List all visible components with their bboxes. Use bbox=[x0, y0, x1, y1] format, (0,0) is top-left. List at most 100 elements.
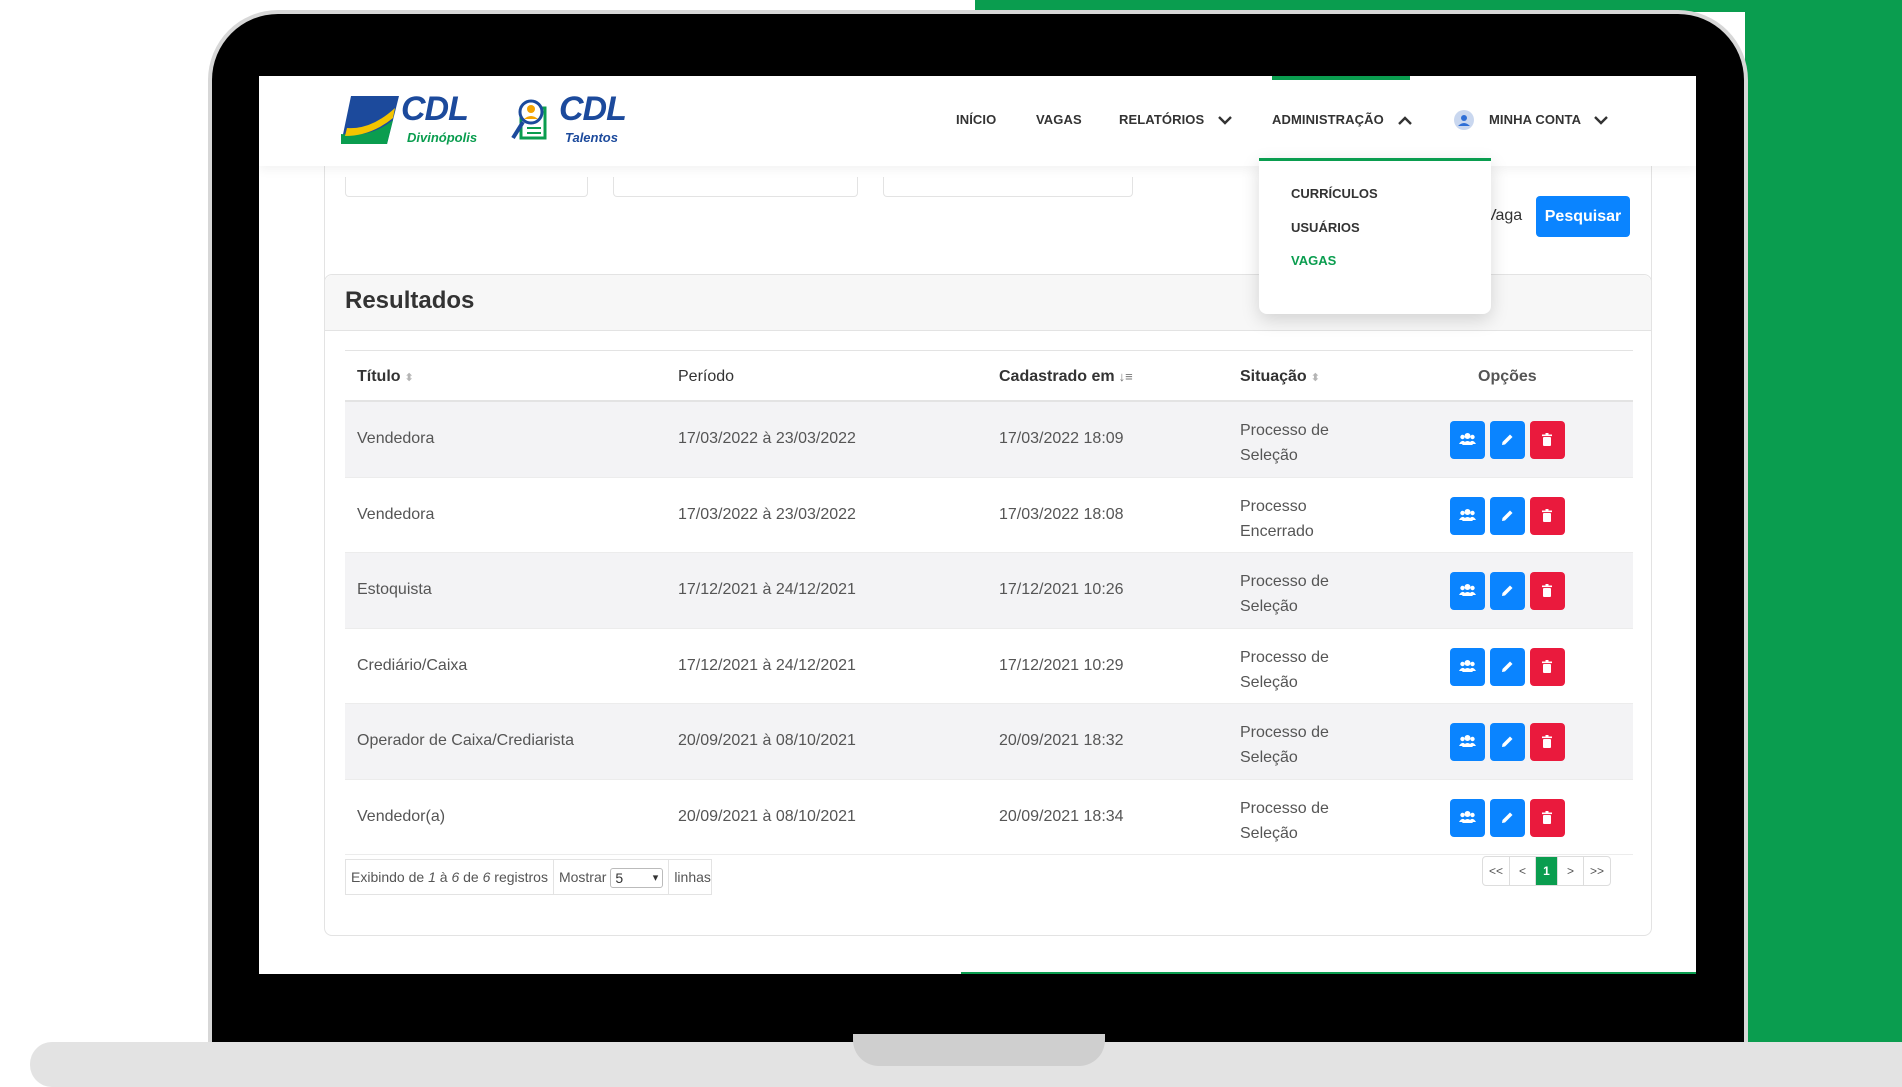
table-row: Vendedora 17/03/2022 à 23/03/2022 17/03/20… bbox=[345, 402, 1633, 478]
delete-button[interactable] bbox=[1530, 798, 1565, 837]
filter-input-1[interactable] bbox=[345, 177, 588, 197]
edit-button[interactable] bbox=[1490, 496, 1525, 535]
cdl-logo-subtext: Divinópolis bbox=[407, 130, 478, 145]
nav-administracao[interactable]: ADMINISTRAÇÃO bbox=[1272, 112, 1412, 127]
candidates-button[interactable] bbox=[1450, 421, 1485, 459]
page-first-button[interactable]: << bbox=[1483, 857, 1511, 885]
cell-situacao: Processo de Seleção bbox=[1240, 799, 1329, 842]
top-header: CDL Divinópolis CDL Talentos INÍCIO VAGA… bbox=[259, 76, 1696, 166]
nav-minha-conta[interactable]: MINHA CONTA bbox=[1489, 112, 1609, 127]
edit-button[interactable] bbox=[1490, 647, 1525, 686]
cdl-logo-text: CDL bbox=[401, 90, 469, 128]
chevron-up-icon bbox=[1397, 116, 1412, 125]
cdl-divinopolis-logo[interactable]: CDL Divinópolis bbox=[341, 90, 506, 150]
dropdown-item-vagas[interactable]: VAGAS bbox=[1291, 253, 1336, 268]
chevron-down-icon: ▾ bbox=[652, 872, 659, 885]
candidates-button[interactable] bbox=[1450, 647, 1485, 686]
sort-desc-icon: ↓≡ bbox=[1118, 369, 1133, 384]
table-row: Vendedora 17/03/2022 à 23/03/2022 17/03/20… bbox=[345, 478, 1633, 553]
nav-relatorios[interactable]: RELATÓRIOS bbox=[1119, 112, 1232, 127]
talentos-doc-icon bbox=[511, 99, 547, 140]
cell-periodo: 20/09/2021 à 08/10/2021 bbox=[678, 807, 856, 825]
app-screen: Vaga Pesquisar CDL Divinópolis CDL Talen… bbox=[259, 76, 1696, 974]
cdl-talentos-logo[interactable]: CDL Talentos bbox=[501, 90, 631, 150]
row-options bbox=[1450, 572, 1570, 610]
filter-input-2[interactable] bbox=[613, 177, 858, 197]
cell-periodo: 17/03/2022 à 23/03/2022 bbox=[678, 430, 856, 447]
row-options bbox=[1450, 798, 1570, 837]
cell-periodo: 17/03/2022 à 23/03/2022 bbox=[678, 505, 856, 523]
info-exibindo: Exibindo de 1 à 6 de 6 registros bbox=[351, 869, 548, 885]
edit-button[interactable] bbox=[1490, 572, 1525, 610]
candidates-button[interactable] bbox=[1450, 723, 1485, 761]
row-options bbox=[1450, 496, 1570, 535]
nav-vagas[interactable]: VAGAS bbox=[1036, 112, 1082, 127]
filter-label-vaga: Vaga bbox=[1486, 207, 1523, 224]
chevron-down-icon bbox=[1594, 116, 1609, 125]
row-options bbox=[1450, 723, 1570, 761]
column-titulo-label: Título bbox=[357, 368, 401, 385]
sort-icon: ⬍ bbox=[404, 372, 414, 384]
nav-administracao-label: ADMINISTRAÇÃO bbox=[1272, 112, 1384, 127]
per-page-select[interactable]: 5 ▾ bbox=[610, 868, 664, 889]
cell-cadastrado: 17/12/2021 10:29 bbox=[999, 656, 1124, 674]
nav-inicio[interactable]: INÍCIO bbox=[956, 112, 996, 127]
cell-titulo: Estoquista bbox=[357, 581, 432, 598]
candidates-button[interactable] bbox=[1450, 798, 1485, 837]
edit-button[interactable] bbox=[1490, 798, 1525, 837]
cdl-talentos-logo-text: CDL bbox=[559, 90, 627, 128]
page-next-button[interactable]: > bbox=[1558, 857, 1585, 885]
cell-titulo: Crediário/Caixa bbox=[357, 656, 468, 674]
screen-accent-line bbox=[961, 972, 1696, 974]
page-prev-button[interactable]: < bbox=[1510, 857, 1537, 885]
delete-button[interactable] bbox=[1530, 723, 1565, 761]
results-table: Título ⬍ Período Cadastrado em ↓≡ Situação… bbox=[345, 350, 1633, 855]
user-avatar-icon[interactable] bbox=[1454, 110, 1474, 130]
search-button[interactable]: Pesquisar bbox=[1536, 196, 1630, 237]
dropdown-item-curriculos[interactable]: CURRÍCULOS bbox=[1291, 186, 1378, 201]
results-card: Resultados Título ⬍ Período Cadastrado em… bbox=[324, 274, 1652, 936]
cell-situacao: Processo Encerrado bbox=[1240, 497, 1314, 540]
cell-situacao: Processo de Seleção bbox=[1240, 648, 1329, 691]
edit-button[interactable] bbox=[1490, 723, 1525, 761]
cell-titulo: Vendedora bbox=[357, 505, 435, 523]
edit-button[interactable] bbox=[1490, 421, 1525, 459]
cdl-shield-icon bbox=[341, 96, 399, 144]
row-options bbox=[1450, 647, 1570, 686]
cell-cadastrado: 20/09/2021 18:32 bbox=[999, 732, 1124, 749]
sort-icon: ⬍ bbox=[1310, 372, 1320, 384]
info-linhas: linhas bbox=[674, 869, 711, 885]
delete-button[interactable] bbox=[1530, 421, 1565, 459]
table-header: Título ⬍ Período Cadastrado em ↓≡ Situação… bbox=[345, 350, 1633, 402]
candidates-button[interactable] bbox=[1450, 572, 1485, 610]
info-mostrar: Mostrar bbox=[558, 869, 607, 885]
cell-periodo: 17/12/2021 à 24/12/2021 bbox=[678, 581, 856, 598]
page-current-button[interactable]: 1 bbox=[1536, 857, 1559, 885]
nav-minha-conta-label: MINHA CONTA bbox=[1489, 112, 1581, 127]
delete-button[interactable] bbox=[1530, 496, 1565, 535]
background-green-panel bbox=[1745, 0, 1902, 1042]
delete-button[interactable] bbox=[1530, 572, 1565, 610]
cell-cadastrado: 20/09/2021 18:34 bbox=[999, 807, 1124, 825]
cell-situacao: Processo de Seleção bbox=[1240, 573, 1329, 615]
dropdown-item-usuarios[interactable]: USUÁRIOS bbox=[1291, 220, 1360, 235]
table-body: Vendedora 17/03/2022 à 23/03/2022 17/03/20… bbox=[345, 402, 1633, 855]
column-periodo: Período bbox=[678, 368, 735, 385]
pagination: << < 1 > >> bbox=[1482, 856, 1612, 886]
delete-button[interactable] bbox=[1530, 647, 1565, 686]
row-options bbox=[1450, 421, 1570, 459]
cell-titulo: Vendedor(a) bbox=[357, 807, 446, 825]
table-row: Crediário/Caixa 17/12/2021 à 24/12/2021 17… bbox=[345, 629, 1633, 704]
cell-situacao: Processo de Seleção bbox=[1240, 724, 1329, 766]
table-row: Operador de Caixa/Crediarista 20/09/2021 … bbox=[345, 704, 1633, 780]
candidates-button[interactable] bbox=[1450, 496, 1485, 535]
filter-input-3[interactable] bbox=[883, 177, 1133, 197]
laptop-notch bbox=[853, 1034, 1105, 1066]
column-cadastrado[interactable]: Cadastrado em ↓≡ bbox=[999, 368, 1133, 386]
page-last-button[interactable]: >> bbox=[1584, 857, 1610, 885]
column-situacao[interactable]: Situação ⬍ bbox=[1240, 368, 1320, 386]
table-info: Exibindo de 1 à 6 de 6 registros Mostrar … bbox=[345, 859, 712, 895]
cdl-talentos-logo-subtext: Talentos bbox=[565, 130, 618, 145]
cell-periodo: 20/09/2021 à 08/10/2021 bbox=[678, 732, 856, 749]
column-titulo[interactable]: Título ⬍ bbox=[357, 368, 414, 386]
